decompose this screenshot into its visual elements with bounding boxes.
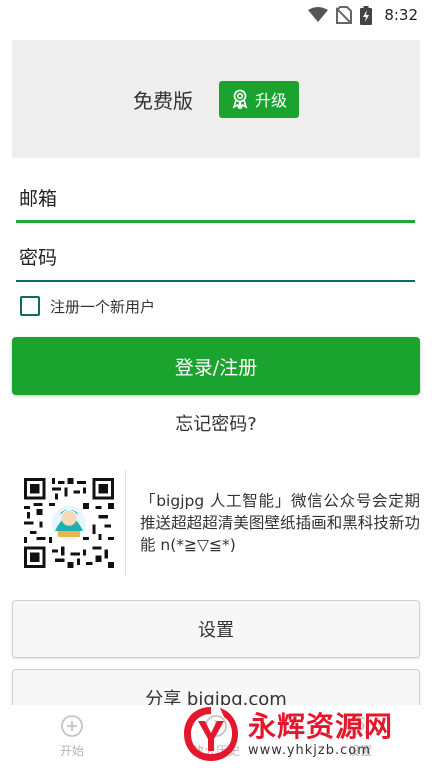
email-field[interactable] <box>16 177 415 220</box>
nav-label-settings: 设置 <box>347 744 372 758</box>
forgot-password-link[interactable]: 忘记密码? <box>0 410 432 436</box>
plan-card: 免费版 升级 <box>12 40 420 158</box>
bottom-nav: 开始 放大历史 设置 <box>0 705 432 768</box>
battery-charging-icon <box>360 5 373 25</box>
add-circle-icon <box>61 715 83 737</box>
wifi-icon <box>308 7 329 22</box>
nav-label-start: 开始 <box>59 744 84 758</box>
password-field[interactable] <box>16 236 415 280</box>
status-time: 8:32 <box>384 6 418 24</box>
wechat-promo: 「bigjpg 人工智能」微信公众号会定期推送超超超清美图壁纸插画和黑科技新功能… <box>12 470 420 576</box>
register-label: 注册一个新用户 <box>50 297 156 316</box>
qr-code-image <box>23 478 114 568</box>
password-field-container <box>16 236 415 282</box>
upgrade-button[interactable]: 升级 <box>218 80 299 118</box>
register-checkbox[interactable] <box>20 296 40 316</box>
register-option[interactable]: 注册一个新用户 <box>20 293 155 319</box>
plan-label: 免费版 <box>132 88 193 113</box>
email-field-container <box>16 177 415 223</box>
nav-item-history[interactable]: 放大历史 <box>161 714 271 759</box>
settings-button[interactable]: 设置 <box>12 600 420 658</box>
settings-icon <box>350 716 370 736</box>
history-icon <box>205 715 227 737</box>
nav-label-history: 放大历史 <box>191 744 240 758</box>
upgrade-label: 升级 <box>254 91 287 110</box>
login-register-button[interactable]: 登录/注册 <box>12 337 420 395</box>
nav-item-start[interactable]: 开始 <box>17 714 127 759</box>
qr-code-container <box>12 470 126 576</box>
no-sim-icon <box>336 6 353 24</box>
nav-item-settings[interactable]: 设置 <box>305 714 415 759</box>
promo-text: 「bigjpg 人工智能」微信公众号会定期推送超超超清美图壁纸插画和黑科技新功能… <box>140 492 420 554</box>
award-icon <box>232 89 248 109</box>
status-bar: 8:32 <box>0 0 432 30</box>
